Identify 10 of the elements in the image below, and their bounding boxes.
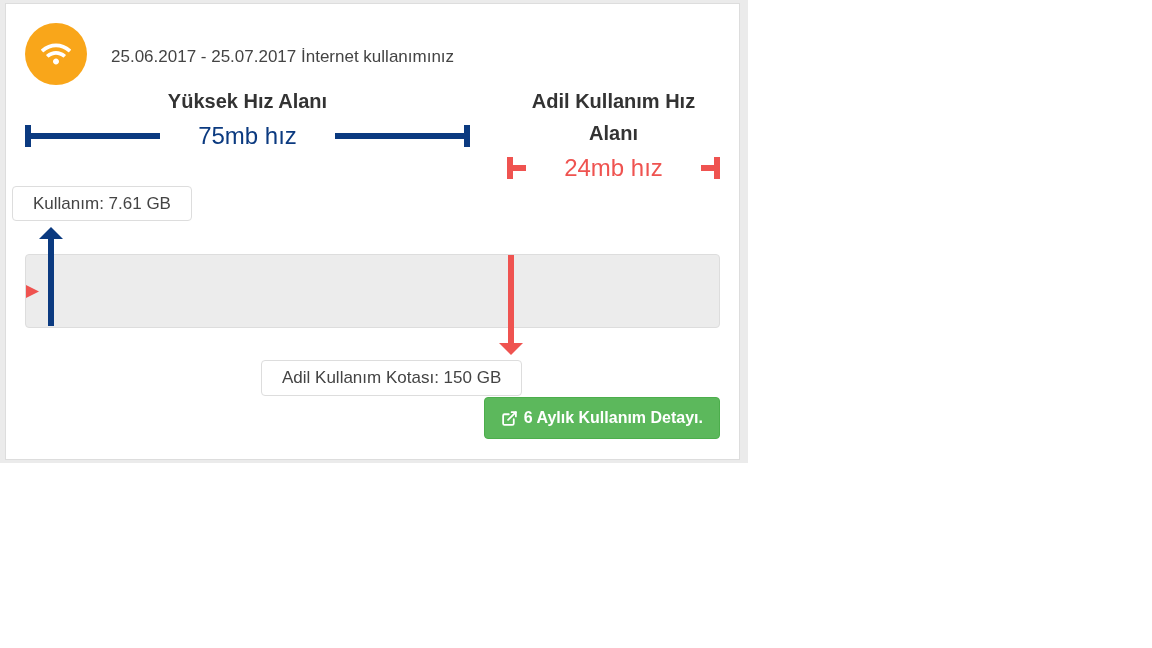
quota-label: Adil Kullanım Kotası: 150 GB	[261, 360, 523, 396]
usage-label: Kullanım: 7.61 GB	[12, 186, 192, 221]
triangle-marker-icon	[26, 284, 39, 298]
detail-button[interactable]: 6 Aylık Kullanım Detayı.	[483, 397, 720, 439]
period-text: 25.06.2017 - 25.07.2017 İnternet kullanımınız	[111, 47, 455, 67]
speed-text: 75mb hız	[197, 122, 298, 150]
external-link-icon	[500, 409, 518, 427]
speed-text: 24mb hız	[563, 154, 664, 182]
zone-title: Yüksek Hız Alanı	[167, 89, 328, 114]
zone-title: Adil Kullanım Hız Alanı	[530, 89, 697, 146]
